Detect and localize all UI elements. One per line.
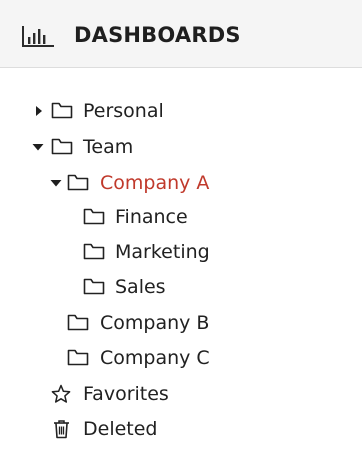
caret-right-icon[interactable] — [33, 105, 45, 117]
tree-item-label: Personal — [83, 100, 164, 122]
dashboard-tree: Personal Team Company A Finance Marketin… — [0, 68, 362, 472]
bar-chart-icon — [22, 26, 54, 47]
folder-icon — [51, 102, 73, 119]
trash-icon — [54, 420, 69, 439]
tree-item-favorites[interactable]: Favorites — [50, 379, 250, 409]
folder-icon — [83, 243, 105, 260]
tree-item-label: Team — [83, 136, 134, 158]
tree-item-marketing[interactable]: Marketing — [83, 237, 283, 267]
tree-item-label: Marketing — [115, 241, 210, 263]
tree-item-personal[interactable]: Personal — [30, 96, 230, 126]
panel-header: DASHBOARDS — [0, 0, 362, 68]
tree-item-finance[interactable]: Finance — [83, 202, 283, 232]
folder-icon — [67, 349, 89, 366]
tree-item-sales[interactable]: Sales — [83, 272, 283, 302]
tree-item-label: Deleted — [83, 418, 158, 440]
folder-icon — [67, 174, 89, 191]
tree-item-company-b[interactable]: Company B — [67, 308, 267, 338]
tree-item-company-c[interactable]: Company C — [67, 343, 267, 373]
tree-item-deleted[interactable]: Deleted — [50, 414, 250, 444]
tree-item-team[interactable]: Team — [30, 132, 230, 162]
tree-item-label: Finance — [115, 206, 188, 228]
tree-item-label: Company A — [100, 172, 210, 194]
tree-item-label: Company C — [100, 347, 210, 369]
panel-title: DASHBOARDS — [74, 23, 241, 47]
folder-icon — [83, 208, 105, 225]
tree-item-label: Sales — [115, 276, 166, 298]
tree-item-company-a[interactable]: Company A — [47, 168, 247, 198]
caret-down-icon[interactable] — [32, 141, 44, 153]
folder-icon — [83, 278, 105, 295]
star-icon — [51, 384, 71, 403]
folder-icon — [67, 314, 89, 331]
tree-item-label: Favorites — [83, 383, 169, 405]
tree-item-label: Company B — [100, 312, 210, 334]
folder-icon — [51, 138, 73, 155]
caret-down-icon[interactable] — [50, 177, 62, 189]
